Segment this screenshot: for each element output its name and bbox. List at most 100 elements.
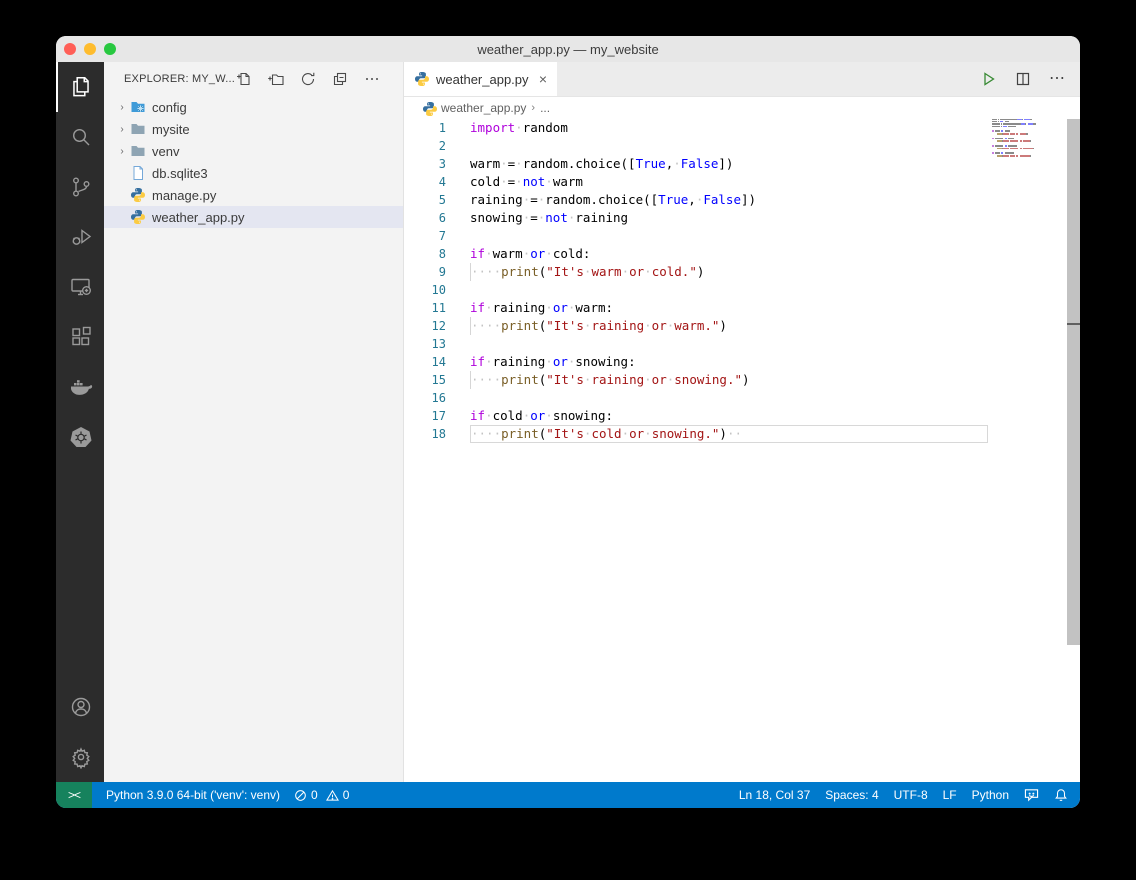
- warning-count: 0: [343, 788, 350, 802]
- line-number-12[interactable]: 12: [404, 317, 470, 335]
- collapse-folders-button[interactable]: [331, 70, 349, 88]
- code-line-16[interactable]: [470, 389, 988, 407]
- chevron-right-icon: ›: [531, 102, 535, 114]
- code-line-4[interactable]: cold·=·not·warm: [470, 173, 988, 191]
- explorer-header: EXPLORER: MY_W...: [104, 62, 403, 96]
- title-bar: weather_app.py — my_website: [56, 36, 1080, 63]
- code-line-3[interactable]: warm·=·random.choice([True,·False]): [470, 155, 988, 173]
- tree-item-db-sqlite3[interactable]: ›db.sqlite3: [104, 162, 403, 184]
- tab-weather-app[interactable]: weather_app.py ×: [404, 62, 557, 96]
- chevron-right-icon[interactable]: ›: [114, 146, 130, 157]
- editor-more-actions-button[interactable]: ⋯: [1049, 75, 1066, 83]
- line-number-15[interactable]: 15: [404, 371, 470, 389]
- chevron-right-icon[interactable]: ›: [114, 102, 130, 113]
- line-number-4[interactable]: 4: [404, 173, 470, 191]
- close-tab-icon[interactable]: ×: [539, 72, 547, 86]
- split-editor-button[interactable]: [1015, 71, 1031, 87]
- chevron-right-icon[interactable]: ›: [114, 124, 130, 135]
- folder-plain-icon: [130, 143, 146, 159]
- folder-config-icon: [130, 99, 146, 115]
- line-number-8[interactable]: 8: [404, 245, 470, 263]
- python-icon: [130, 187, 146, 203]
- tree-item-label: mysite: [152, 122, 190, 137]
- code-line-11[interactable]: if·raining·or·warm:: [470, 299, 988, 317]
- refresh-explorer-button[interactable]: [299, 70, 317, 88]
- code-line-15[interactable]: ····print("It's·raining·or·snowing."): [470, 371, 988, 389]
- code-line-14[interactable]: if·raining·or·snowing:: [470, 353, 988, 371]
- code-line-18[interactable]: ····print("It's·cold·or·snowing.")··: [470, 425, 988, 443]
- feedback-icon[interactable]: [1024, 788, 1039, 802]
- tree-item-venv[interactable]: ›venv: [104, 140, 403, 162]
- file-tree: ›config›mysite›venv›db.sqlite3›manage.py…: [104, 96, 403, 228]
- tree-item-mysite[interactable]: › mysite: [104, 118, 403, 140]
- line-number-13[interactable]: 13: [404, 335, 470, 353]
- tree-item-config[interactable]: ›config: [104, 96, 403, 118]
- new-file-button[interactable]: [235, 70, 253, 88]
- code-line-2[interactable]: [470, 137, 988, 155]
- code-line-13[interactable]: [470, 335, 988, 353]
- account-icon[interactable]: [56, 682, 104, 732]
- line-number-11[interactable]: 11: [404, 299, 470, 317]
- code-line-10[interactable]: [470, 281, 988, 299]
- line-number-9[interactable]: 9: [404, 263, 470, 281]
- extensions-icon[interactable]: [56, 312, 104, 362]
- line-number-3[interactable]: 3: [404, 155, 470, 173]
- kubernetes-icon[interactable]: [56, 412, 104, 462]
- line-number-10[interactable]: 10: [404, 281, 470, 299]
- line-number-14[interactable]: 14: [404, 353, 470, 371]
- cursor-position-indicator[interactable]: Ln 18, Col 37: [739, 788, 810, 802]
- run-debug-icon[interactable]: [56, 212, 104, 262]
- breadcrumb-file[interactable]: weather_app.py: [441, 101, 526, 115]
- code-line-7[interactable]: [470, 227, 988, 245]
- encoding-indicator[interactable]: UTF-8: [894, 788, 928, 802]
- code-content: import·random warm·=·random.choice([True,…: [470, 119, 988, 443]
- problems-indicator[interactable]: 0 0: [294, 788, 349, 802]
- python-file-icon: [422, 101, 436, 115]
- traffic-lights: [64, 36, 116, 62]
- language-mode-indicator[interactable]: Python: [972, 788, 1009, 802]
- minimize-window-button[interactable]: [84, 43, 96, 55]
- settings-icon[interactable]: [56, 732, 104, 782]
- close-window-button[interactable]: [64, 43, 76, 55]
- code-line-8[interactable]: if·warm·or·cold:: [470, 245, 988, 263]
- eol-indicator[interactable]: LF: [943, 788, 957, 802]
- zoom-window-button[interactable]: [104, 43, 116, 55]
- run-python-file-button[interactable]: [981, 71, 997, 87]
- tree-item-label: manage.py: [152, 188, 216, 203]
- editor-gutter: 123456789101112131415161718: [404, 119, 470, 443]
- code-line-12[interactable]: ····print("It's·raining·or·warm."): [470, 317, 988, 335]
- more-actions-button[interactable]: [363, 70, 381, 88]
- line-number-5[interactable]: 5: [404, 191, 470, 209]
- tree-item-weather-app-py[interactable]: ›weather_app.py: [104, 206, 403, 228]
- editor-group: weather_app.py × ⋯ weather_app.py ›: [404, 62, 1080, 782]
- remote-explorer-icon[interactable]: [56, 262, 104, 312]
- explorer-icon[interactable]: [56, 62, 104, 112]
- breadcrumb-symbol-more[interactable]: ...: [540, 101, 550, 115]
- python-interpreter-selector[interactable]: Python 3.9.0 64-bit ('venv': venv): [106, 788, 280, 802]
- code-line-5[interactable]: raining·=·random.choice([True,·False]): [470, 191, 988, 209]
- editor-scrollbar[interactable]: [1067, 119, 1080, 645]
- code-line-17[interactable]: if·cold·or·snowing:: [470, 407, 988, 425]
- search-icon[interactable]: [56, 112, 104, 162]
- error-count: 0: [311, 788, 318, 802]
- docker-icon[interactable]: [56, 362, 104, 412]
- tree-item-manage-py[interactable]: ›manage.py: [104, 184, 403, 206]
- tab-bar: weather_app.py × ⋯: [404, 62, 1080, 97]
- line-number-16[interactable]: 16: [404, 389, 470, 407]
- indentation-indicator[interactable]: Spaces: 4: [825, 788, 878, 802]
- line-number-1[interactable]: 1: [404, 119, 470, 137]
- line-number-6[interactable]: 6: [404, 209, 470, 227]
- code-line-1[interactable]: import·random: [470, 119, 988, 137]
- code-editor[interactable]: 123456789101112131415161718 import·rando…: [404, 119, 1080, 782]
- line-number-18[interactable]: 18: [404, 425, 470, 443]
- code-line-6[interactable]: snowing·=·not·raining: [470, 209, 988, 227]
- line-number-7[interactable]: 7: [404, 227, 470, 245]
- remote-indicator-button[interactable]: ><: [56, 782, 92, 808]
- source-control-icon[interactable]: [56, 162, 104, 212]
- line-number-17[interactable]: 17: [404, 407, 470, 425]
- minimap[interactable]: [992, 119, 1066, 157]
- notifications-bell-icon[interactable]: [1054, 788, 1068, 802]
- line-number-2[interactable]: 2: [404, 137, 470, 155]
- new-folder-button[interactable]: [267, 70, 285, 88]
- code-line-9[interactable]: ····print("It's·warm·or·cold."): [470, 263, 988, 281]
